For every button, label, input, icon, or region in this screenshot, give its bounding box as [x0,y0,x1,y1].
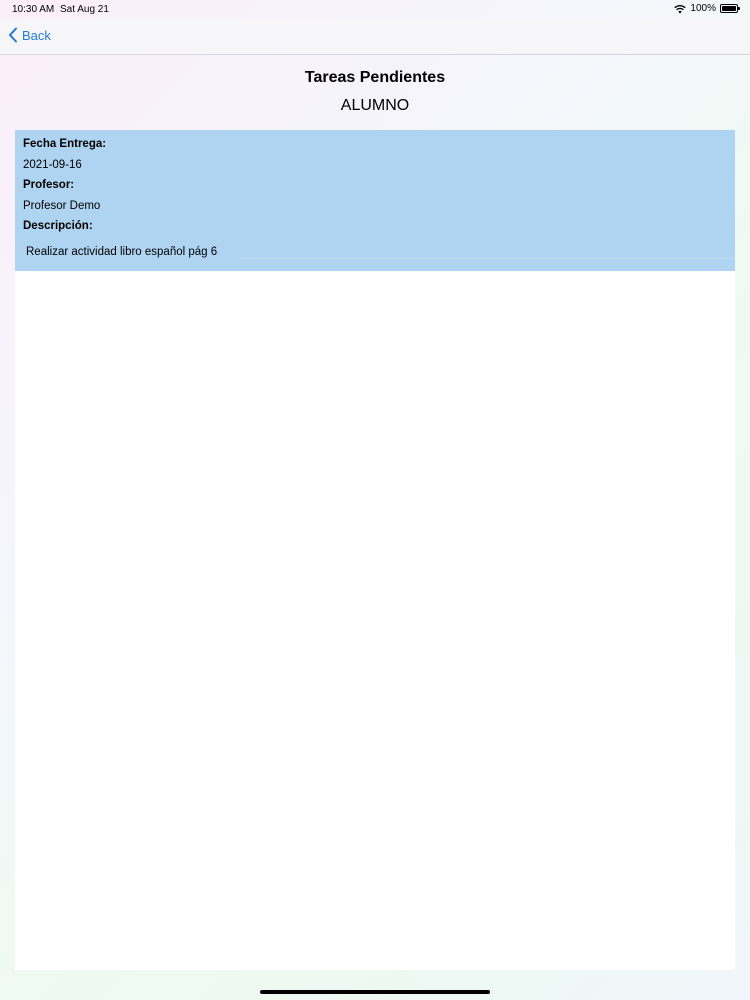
wifi-icon [674,4,687,13]
status-bar: 10:30 AM Sat Aug 21 100% [0,0,750,18]
status-time: 10:30 AM [12,4,55,15]
task-list: Fecha Entrega: 2021-09-16 Profesor: Prof… [15,130,735,970]
chevron-left-icon [9,27,17,43]
page-title: Tareas Pendientes [304,69,446,86]
profesor-label: Profesor: [23,179,75,191]
battery-icon [720,4,740,13]
back-button[interactable]: Back [8,27,51,43]
battery-percent: 100% [690,3,716,14]
fecha-entrega-label: Fecha Entrega: [23,138,107,150]
task-card[interactable]: Fecha Entrega: 2021-09-16 Profesor: Prof… [15,130,735,271]
status-date: Sat Aug 21 [60,4,109,15]
back-label: Back [22,27,51,43]
fecha-entrega-value: 2021-09-16 [23,158,82,171]
home-indicator [260,990,490,994]
page-subtitle: ALUMNO [340,97,410,114]
descripcion-value: Realizar actividad libro español pág 6 [26,245,218,258]
description-divider [240,258,735,259]
navigation-bar: Back [0,18,750,55]
profesor-value: Profesor Demo [23,199,101,212]
descripcion-label: Descripción: [23,220,93,232]
status-indicators: 100% [674,3,740,14]
